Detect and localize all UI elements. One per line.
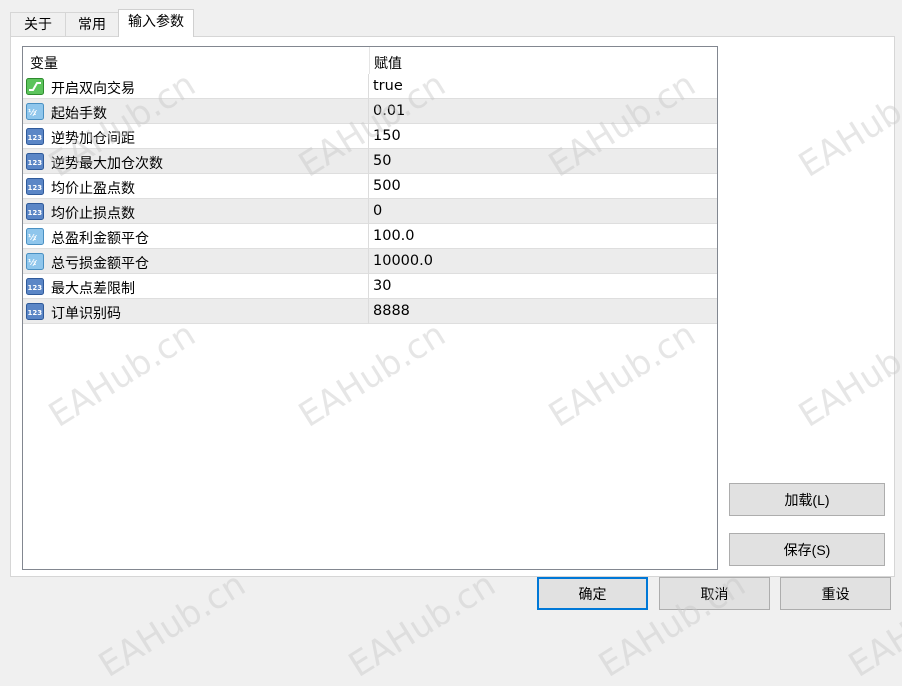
int-icon: 123: [26, 153, 44, 170]
ok-button-label: 确定: [578, 585, 607, 602]
int-icon: 123: [26, 303, 44, 320]
parameter-value[interactable]: true: [373, 78, 403, 94]
table-row[interactable]: 123 最大点差限制 30: [23, 274, 717, 299]
double-icon: ½ ⁄: [26, 103, 44, 120]
cell-divider: [368, 149, 369, 174]
reset-button-label: 重设: [821, 585, 850, 602]
parameter-value[interactable]: 0.01: [373, 103, 405, 119]
column-header-variable[interactable]: 变量: [30, 53, 58, 73]
cell-divider: [368, 224, 369, 249]
parameter-value[interactable]: 30: [373, 278, 391, 294]
parameter-name: 均价止盈点数: [51, 181, 135, 197]
watermark-text: EAHub.cn: [91, 564, 253, 686]
table-row[interactable]: 123 均价止盈点数 500: [23, 174, 717, 199]
int-icon: 123: [26, 178, 44, 195]
cancel-button-label: 取消: [700, 585, 729, 602]
cell-divider: [368, 249, 369, 274]
parameter-value[interactable]: 10000.0: [373, 253, 433, 269]
parameter-name: 总亏损金额平仓: [51, 256, 149, 272]
parameter-name: 订单识别码: [51, 306, 121, 322]
tab-about[interactable]: 关于: [10, 12, 66, 36]
int-icon: 123: [26, 128, 44, 145]
parameter-name: 逆势加仓间距: [51, 131, 135, 147]
svg-text:123: 123: [28, 184, 43, 192]
bool-icon: [26, 78, 44, 95]
int-icon: 123: [26, 203, 44, 220]
parameter-name: 最大点差限制: [51, 281, 135, 297]
reset-button[interactable]: 重设: [780, 577, 891, 610]
column-divider[interactable]: [369, 47, 370, 74]
cell-divider: [368, 174, 369, 199]
double-icon: ½ ⁄: [26, 253, 44, 270]
svg-text:123: 123: [28, 309, 43, 317]
parameter-name: 均价止损点数: [51, 206, 135, 222]
parameter-value[interactable]: 100.0: [373, 228, 415, 244]
cell-divider: [368, 199, 369, 224]
table-row[interactable]: ½ ⁄ 总亏损金额平仓 10000.0: [23, 249, 717, 274]
table-row[interactable]: 123 逆势最大加仓次数 50: [23, 149, 717, 174]
table-row[interactable]: 123 订单识别码 8888: [23, 299, 717, 324]
column-header-value[interactable]: 赋值: [374, 53, 402, 73]
parameters-table[interactable]: 变量 赋值 开启双向交易 true ½ ⁄ 起始手数 0.01 123 逆势加仓间距 150 12…: [22, 46, 718, 570]
ok-button[interactable]: 确定: [537, 577, 648, 610]
svg-text:123: 123: [28, 134, 43, 142]
double-icon: ½ ⁄: [26, 228, 44, 245]
parameter-value[interactable]: 50: [373, 153, 391, 169]
cell-divider: [368, 299, 369, 324]
svg-text:123: 123: [28, 284, 43, 292]
parameter-name: 起始手数: [51, 106, 107, 122]
save-button-label: 保存(S): [783, 541, 831, 558]
watermark-text: EAHub.cn: [341, 564, 503, 686]
load-button[interactable]: 加载(L): [729, 483, 885, 516]
tab-inputs[interactable]: 输入参数: [118, 9, 194, 37]
svg-text:123: 123: [28, 209, 43, 217]
parameter-name: 逆势最大加仓次数: [51, 156, 163, 172]
parameter-name: 开启双向交易: [51, 81, 135, 97]
table-header: 变量 赋值: [23, 47, 717, 74]
table-row[interactable]: ½ ⁄ 起始手数 0.01: [23, 99, 717, 124]
int-icon: 123: [26, 278, 44, 295]
save-button[interactable]: 保存(S): [729, 533, 885, 566]
table-row[interactable]: ½ ⁄ 总盈利金额平仓 100.0: [23, 224, 717, 249]
table-row[interactable]: 开启双向交易 true: [23, 74, 717, 99]
tab-common[interactable]: 常用: [65, 12, 119, 36]
parameter-value[interactable]: 150: [373, 128, 401, 144]
parameter-value[interactable]: 8888: [373, 303, 410, 319]
svg-text:123: 123: [28, 159, 43, 167]
cancel-button[interactable]: 取消: [659, 577, 770, 610]
cell-divider: [368, 74, 369, 99]
cell-divider: [368, 124, 369, 149]
parameter-name: 总盈利金额平仓: [51, 231, 149, 247]
parameter-value[interactable]: 0: [373, 203, 382, 219]
cell-divider: [368, 274, 369, 299]
table-row[interactable]: 123 均价止损点数 0: [23, 199, 717, 224]
table-row[interactable]: 123 逆势加仓间距 150: [23, 124, 717, 149]
parameter-value[interactable]: 500: [373, 178, 401, 194]
load-button-label: 加载(L): [784, 491, 830, 508]
cell-divider: [368, 99, 369, 124]
